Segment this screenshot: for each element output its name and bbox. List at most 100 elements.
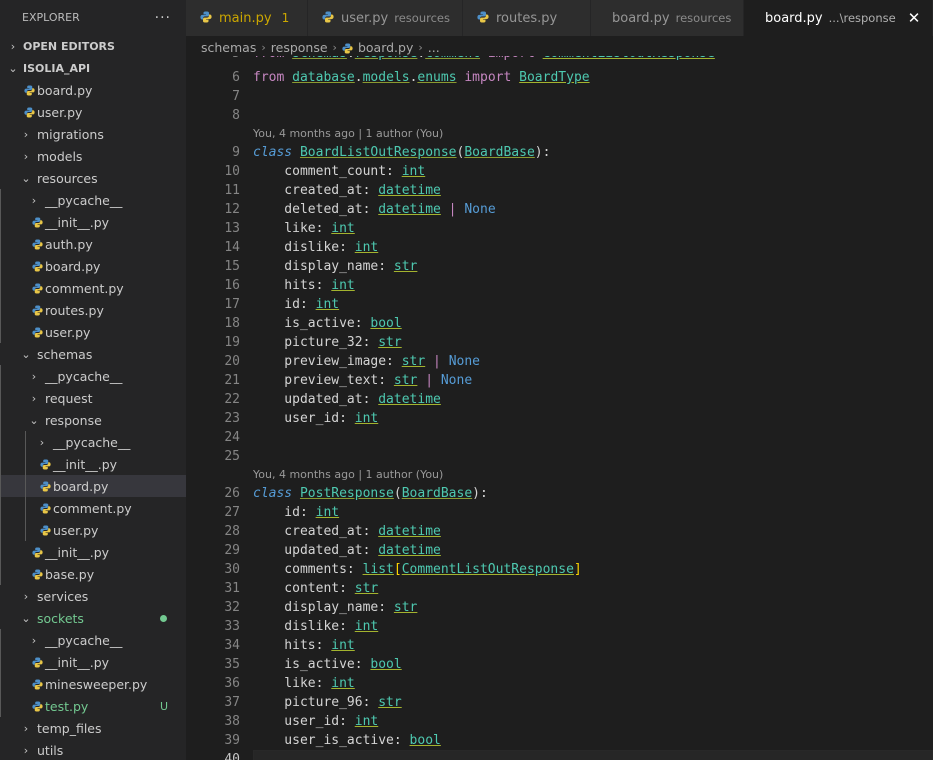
folder-item[interactable]: ⌄ response xyxy=(0,409,186,431)
file-item[interactable]: __init__.py xyxy=(0,541,186,563)
file-item[interactable]: user.py xyxy=(0,321,186,343)
folder-item[interactable]: › __pycache__ xyxy=(0,431,186,453)
more-actions-icon[interactable]: ··· xyxy=(155,10,171,26)
chevron-right-icon[interactable]: › xyxy=(29,370,39,383)
folder-item[interactable]: › temp_files xyxy=(0,717,186,739)
file-item[interactable]: board.py xyxy=(0,255,186,277)
chevron-right-icon[interactable]: › xyxy=(29,634,39,647)
indent-guide xyxy=(0,695,1,717)
code-editor[interactable]: 5from schemas.response.comment import Co… xyxy=(186,56,933,760)
line-number-label: 30 xyxy=(224,562,240,577)
breadcrumb-item[interactable]: schemas xyxy=(201,40,256,55)
code-line: comments: list[CommentListOutResponse] xyxy=(253,560,581,579)
python-file-icon xyxy=(200,11,212,23)
folder-item[interactable]: › services xyxy=(0,585,186,607)
python-file-icon xyxy=(477,11,489,23)
tab-description: resources xyxy=(394,11,450,25)
codelens-author[interactable]: You, 4 months ago | 1 author (You) xyxy=(253,127,443,140)
file-item[interactable]: minesweeper.py xyxy=(0,673,186,695)
section-header[interactable]: › OPEN EDITORS xyxy=(0,35,186,57)
codelens-author[interactable]: You, 4 months ago | 1 author (You) xyxy=(253,468,443,481)
code-line: picture_96: str xyxy=(253,693,401,712)
close-icon[interactable]: ✕ xyxy=(908,9,921,27)
code-text: preview_image: xyxy=(253,354,402,369)
code-identifier: database xyxy=(292,70,355,85)
chevron-down-icon[interactable]: ⌄ xyxy=(8,62,18,75)
breadcrumb-item[interactable]: response xyxy=(271,40,328,55)
line-number-label: 6 xyxy=(232,70,240,85)
file-item[interactable]: base.py xyxy=(0,563,186,585)
indent-guide xyxy=(0,563,1,585)
line-number: 28 xyxy=(186,522,240,541)
chevron-right-icon[interactable]: › xyxy=(21,150,31,163)
editor-tab[interactable]: main.py 1 xyxy=(186,0,308,36)
breadcrumb-item[interactable]: ... xyxy=(428,40,440,55)
file-item[interactable]: comment.py xyxy=(0,497,186,519)
folder-item[interactable]: › __pycache__ xyxy=(0,629,186,651)
tree-item-label: board.py xyxy=(37,82,93,98)
chevron-down-icon[interactable]: ⌄ xyxy=(21,348,31,361)
folder-item[interactable]: › __pycache__ xyxy=(0,365,186,387)
code-text: id: xyxy=(253,505,316,520)
line-number: 14 xyxy=(186,238,240,257)
file-item[interactable]: board.py xyxy=(0,79,186,101)
folder-item[interactable]: ⌄ sockets xyxy=(0,607,186,629)
explorer-title: EXPLORER xyxy=(22,11,80,24)
file-item[interactable]: user.py xyxy=(0,101,186,123)
line-number-label: 28 xyxy=(224,524,240,539)
file-item[interactable]: __init__.py xyxy=(0,453,186,475)
editor-tab[interactable]: board.py resources xyxy=(591,0,744,36)
line-number: 39 xyxy=(186,731,240,750)
file-item[interactable]: __init__.py xyxy=(0,651,186,673)
folder-item[interactable]: › utils xyxy=(0,739,186,760)
file-item[interactable]: test.py U xyxy=(0,695,186,717)
code-keyword: import xyxy=(456,70,520,85)
file-item[interactable]: routes.py xyxy=(0,299,186,321)
tree-item-label: resources xyxy=(37,170,98,186)
chevron-right-icon[interactable]: › xyxy=(21,128,31,141)
line-number-label: 5 xyxy=(198,56,240,61)
indent-guide xyxy=(25,519,26,541)
chevron-right-icon[interactable]: › xyxy=(29,194,39,207)
folder-item[interactable]: › models xyxy=(0,145,186,167)
code-line: preview_text: str | None xyxy=(253,371,472,390)
code-identifier: str xyxy=(401,354,426,369)
folder-item[interactable]: › __pycache__ xyxy=(0,189,186,211)
chevron-right-icon[interactable]: › xyxy=(21,722,31,735)
tree-item-label: comment.py xyxy=(45,280,124,296)
python-file-icon xyxy=(40,458,51,470)
chevron-down-icon[interactable]: ⌄ xyxy=(21,612,31,625)
code-text: dislike: xyxy=(253,240,355,255)
editor-tab[interactable]: user.py resources xyxy=(308,0,463,36)
folder-item[interactable]: ⌄ schemas xyxy=(0,343,186,365)
tree-item-label: __init__.py xyxy=(45,544,110,560)
chevron-right-icon[interactable]: › xyxy=(37,436,47,449)
file-item[interactable]: user.py xyxy=(0,519,186,541)
chevron-right-icon[interactable]: › xyxy=(21,744,31,757)
chevron-right-icon[interactable]: › xyxy=(21,590,31,603)
git-changes-dot xyxy=(160,615,167,622)
code-text: like: xyxy=(253,221,332,236)
editor-tab[interactable]: board.py ...\response ✕ xyxy=(744,0,933,36)
line-number-label: 34 xyxy=(224,638,240,653)
chevron-down-icon[interactable]: ⌄ xyxy=(21,172,31,185)
section-header[interactable]: ⌄ ISOLIA_API xyxy=(0,57,186,79)
tree-item-label: migrations xyxy=(37,126,104,142)
chevron-down-icon[interactable]: ⌄ xyxy=(29,414,39,427)
file-item[interactable]: __init__.py xyxy=(0,211,186,233)
editor-tab[interactable]: routes.py xyxy=(463,0,591,36)
chevron-right-icon[interactable]: › xyxy=(29,392,39,405)
code-line: is_active: bool xyxy=(253,655,401,674)
line-number: 17 xyxy=(186,295,240,314)
file-item[interactable]: comment.py xyxy=(0,277,186,299)
code-keyword: import xyxy=(480,56,543,61)
file-item[interactable]: board.py xyxy=(0,475,186,497)
chevron-right-icon[interactable]: › xyxy=(8,40,18,53)
breadcrumb-item[interactable]: board.py xyxy=(358,40,413,55)
folder-item[interactable]: › request xyxy=(0,387,186,409)
folder-item[interactable]: ⌄ resources xyxy=(0,167,186,189)
tree-item-label: __init__.py xyxy=(45,654,110,670)
folder-item[interactable]: › migrations xyxy=(0,123,186,145)
code-line: dislike: int xyxy=(253,238,378,257)
file-item[interactable]: auth.py xyxy=(0,233,186,255)
